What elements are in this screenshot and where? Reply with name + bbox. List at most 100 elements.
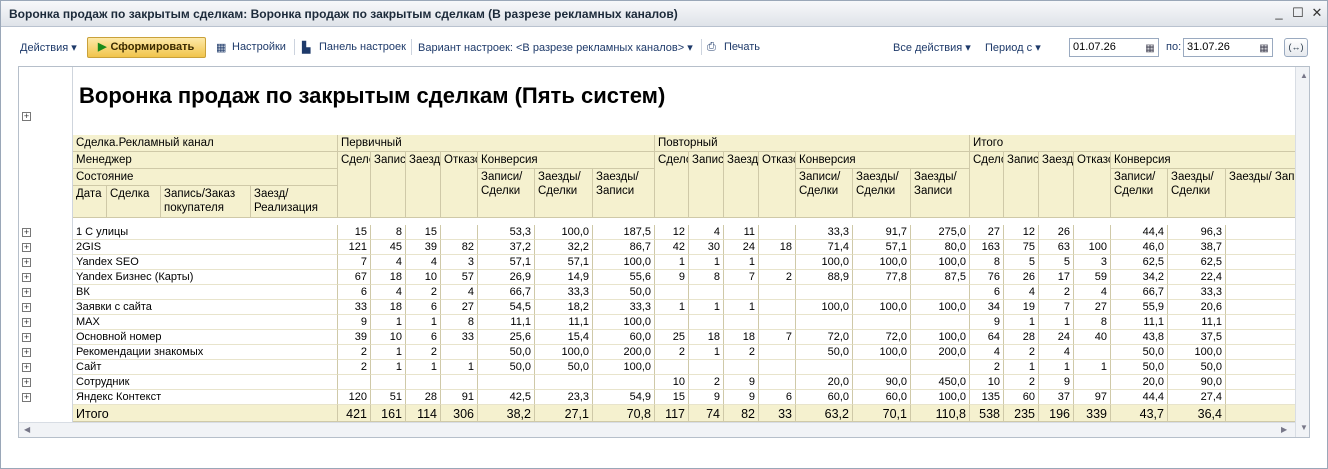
expand-row-icon[interactable]: + — [22, 393, 31, 402]
row-value: 44,4 — [1111, 225, 1168, 240]
row-value: 32,2 — [535, 240, 593, 255]
header-group: Первичный — [338, 135, 655, 152]
row-value: 51 — [371, 390, 406, 405]
header-sub: Записей — [371, 152, 406, 218]
row-value: 20,0 — [796, 375, 853, 390]
row-name[interactable]: Сайт — [73, 360, 338, 375]
row-name[interactable]: 1 С улицы — [73, 225, 338, 240]
row-value — [796, 315, 853, 330]
row-value: 4 — [689, 225, 724, 240]
row-value: 17 — [1039, 270, 1074, 285]
period-menu[interactable]: Период с ▾ — [985, 41, 1041, 54]
row-value — [759, 315, 796, 330]
header-conversion: Конверсия — [1111, 152, 1309, 169]
close-icon[interactable]: ✕ — [1309, 5, 1325, 21]
row-name[interactable]: Рекомендации знакомых — [73, 345, 338, 360]
row-value: 45 — [371, 240, 406, 255]
expand-row-icon[interactable]: + — [22, 243, 31, 252]
row-name[interactable]: Заявки с сайта — [73, 300, 338, 315]
variant-menu[interactable]: Вариант настроек: <В разрезе рекламных к… — [418, 41, 693, 54]
row-value: 10 — [655, 375, 689, 390]
maximize-icon[interactable]: ☐ — [1290, 5, 1306, 21]
row-value — [441, 375, 478, 390]
scroll-down-icon[interactable]: ▼ — [1300, 423, 1308, 432]
scroll-up-icon[interactable]: ▲ — [1300, 71, 1308, 80]
header-conv-col: Записи/ Сделки — [796, 169, 853, 218]
row-value: 33,3 — [593, 300, 655, 315]
report-window: Воронка продаж по закрытым сделкам: Воро… — [0, 0, 1328, 469]
row-value: 4 — [406, 255, 441, 270]
refresh-button[interactable]: (↔) — [1284, 38, 1308, 57]
actions-menu[interactable]: Действия ▾ — [20, 41, 77, 54]
generate-button[interactable]: ▶ Сформировать — [87, 37, 206, 58]
header-sub: Заездов — [406, 152, 441, 218]
all-actions-menu[interactable]: Все действия ▾ — [893, 41, 971, 54]
header-deal: Сделка — [107, 186, 161, 218]
scroll-right-icon[interactable]: ▶ — [1281, 425, 1287, 434]
calendar-icon[interactable]: ▦ — [1257, 40, 1271, 55]
header-conv-col: Заезды/ Сделки — [853, 169, 911, 218]
row-value: 4 — [1039, 345, 1074, 360]
total-value: 306 — [441, 405, 478, 422]
vertical-scrollbar[interactable]: ▲ ▼ — [1295, 67, 1309, 437]
row-value: 1 — [655, 255, 689, 270]
date-from-value: 01.07.26 — [1073, 41, 1116, 53]
row-value: 1 — [724, 255, 759, 270]
row-value: 12 — [1004, 225, 1039, 240]
row-name[interactable]: MAX — [73, 315, 338, 330]
total-value: 114 — [406, 405, 441, 422]
expand-row-icon[interactable]: + — [22, 228, 31, 237]
row-value: 100,0 — [853, 300, 911, 315]
settings-panel-button[interactable]: Панель настроек — [319, 41, 406, 53]
row-value: 67 — [338, 270, 371, 285]
expand-all-icon[interactable]: + — [22, 112, 31, 121]
row-value: 50,0 — [1111, 345, 1168, 360]
expand-row-icon[interactable]: + — [22, 258, 31, 267]
row-name[interactable]: Сотрудник — [73, 375, 338, 390]
expand-row-icon[interactable]: + — [22, 318, 31, 327]
expand-row-icon[interactable]: + — [22, 333, 31, 342]
horizontal-scrollbar[interactable]: ◀ ▶ — [19, 422, 1295, 437]
row-value: 60,0 — [853, 390, 911, 405]
row-value: 57 — [441, 270, 478, 285]
expand-row-icon[interactable]: + — [22, 348, 31, 357]
scroll-left-icon[interactable]: ◀ — [24, 425, 30, 434]
row-name[interactable]: Основной номер — [73, 330, 338, 345]
expand-row-icon[interactable]: + — [22, 303, 31, 312]
header-order: Запись/Заказ покупателя — [161, 186, 251, 218]
row-value: 55,6 — [593, 270, 655, 285]
header-sub: Отказов — [1074, 152, 1111, 218]
row-value — [1074, 225, 1111, 240]
total-value: 43,7 — [1111, 405, 1168, 422]
row-value: 100,0 — [911, 330, 970, 345]
row-name[interactable]: Yandex SEO — [73, 255, 338, 270]
row-value: 25 — [655, 330, 689, 345]
row-name[interactable]: ВК — [73, 285, 338, 300]
row-value: 50,0 — [1111, 360, 1168, 375]
date-to-field[interactable]: 31.07.26 ▦ — [1183, 38, 1273, 57]
row-name[interactable]: 2GIS — [73, 240, 338, 255]
print-button[interactable]: Печать — [724, 41, 760, 53]
header-sub: Заездов — [1039, 152, 1074, 218]
row-value: 11,1 — [1111, 315, 1168, 330]
expand-row-icon[interactable]: + — [22, 273, 31, 282]
row-value: 26,9 — [478, 270, 535, 285]
row-value: 34,2 — [1111, 270, 1168, 285]
settings-button[interactable]: Настройки — [232, 41, 286, 53]
minimize-icon[interactable]: _ — [1271, 5, 1287, 21]
row-value: 450,0 — [911, 375, 970, 390]
row-value: 1 — [371, 315, 406, 330]
expand-row-icon[interactable]: + — [22, 378, 31, 387]
row-name[interactable]: Yandex Бизнес (Карты) — [73, 270, 338, 285]
calendar-icon[interactable]: ▦ — [1143, 40, 1157, 55]
date-from-field[interactable]: 01.07.26 ▦ — [1069, 38, 1159, 57]
row-value: 27 — [441, 300, 478, 315]
row-name[interactable]: Яндекс Контекст — [73, 390, 338, 405]
print-icon: ⎙ — [707, 41, 716, 53]
expand-row-icon[interactable]: + — [22, 288, 31, 297]
row-value: 200,0 — [911, 345, 970, 360]
window-title: Воронка продаж по закрытым сделкам: Воро… — [9, 7, 678, 21]
expand-row-icon[interactable]: + — [22, 363, 31, 372]
row-value: 50,0 — [478, 360, 535, 375]
total-value: 82 — [724, 405, 759, 422]
